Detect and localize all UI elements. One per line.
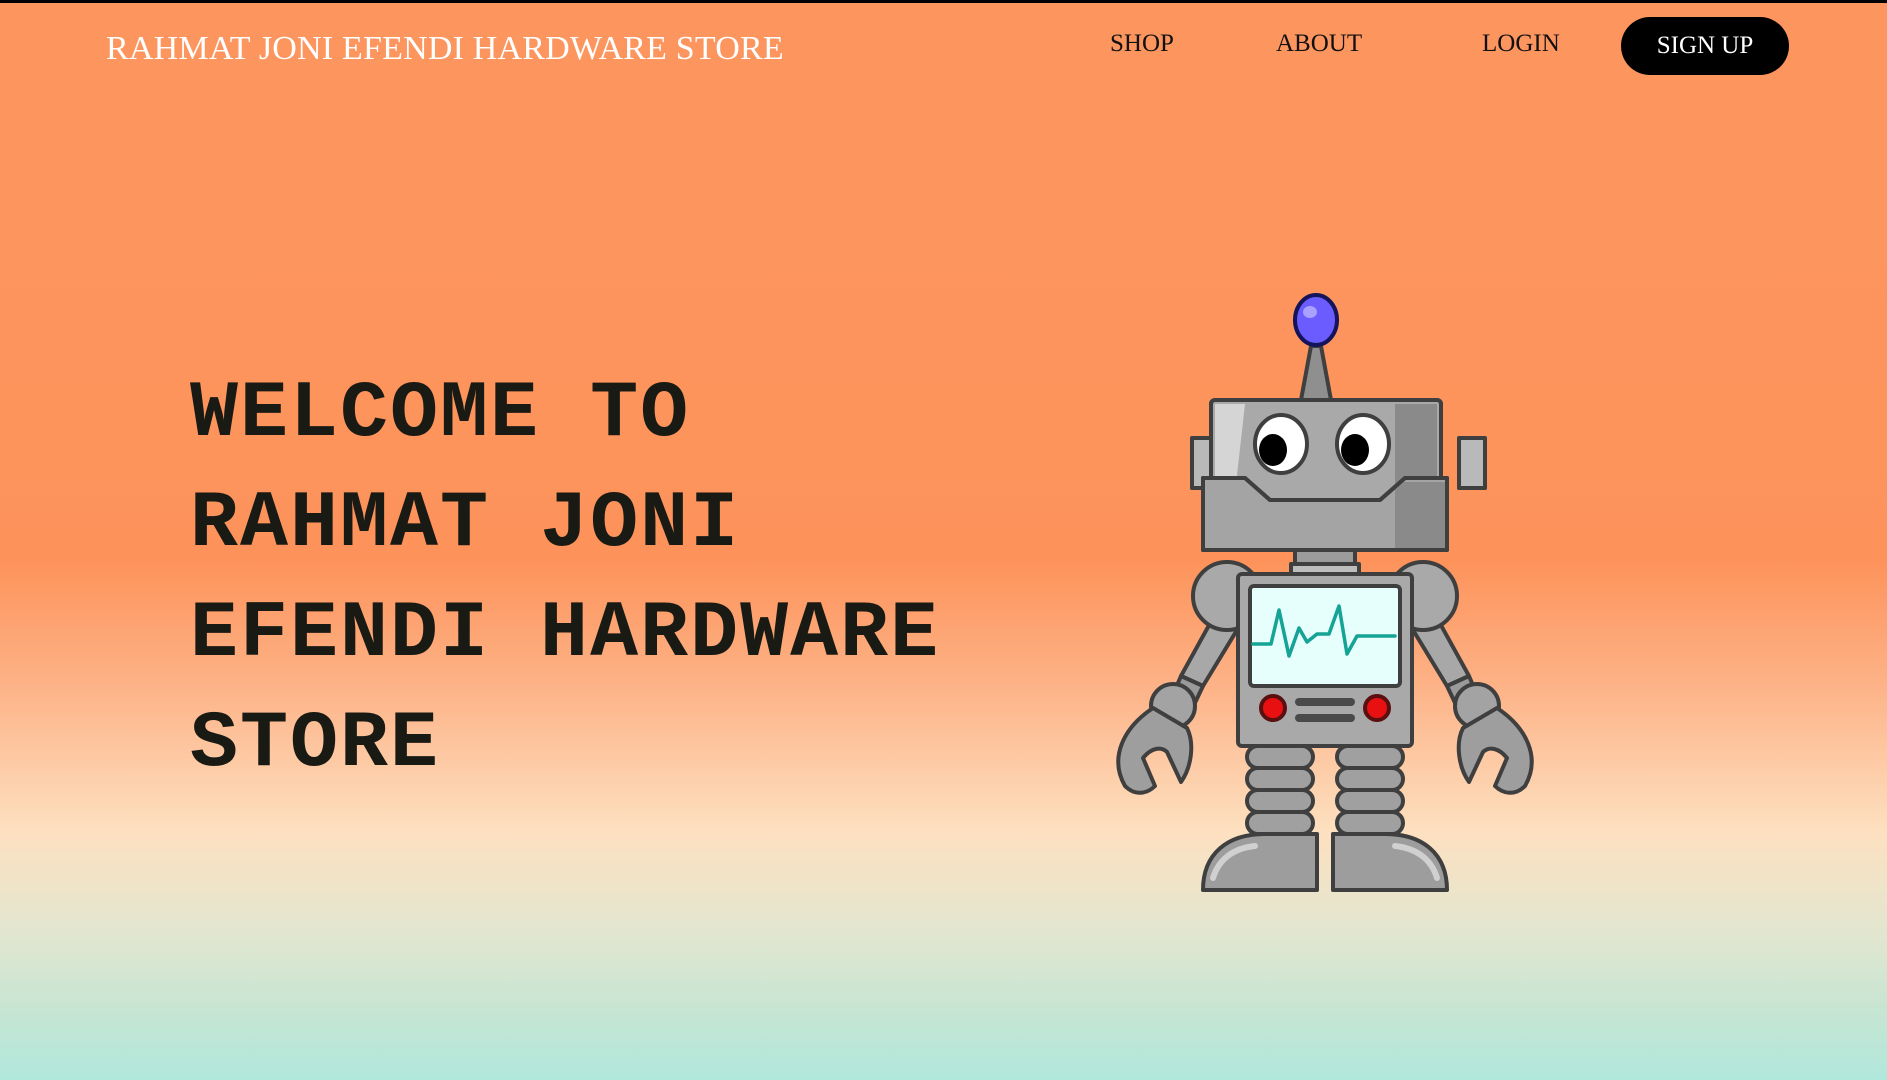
top-border bbox=[0, 0, 1887, 3]
brand-logo-text[interactable]: RAHMAT JONI EFENDI HARDWARE STORE bbox=[106, 30, 784, 68]
hero-title-line: STORE bbox=[190, 699, 441, 790]
nav-about-link[interactable]: ABOUT bbox=[1276, 30, 1362, 58]
signup-button-label: SIGN UP bbox=[1656, 32, 1754, 59]
signup-button[interactable]: SIGN UP bbox=[1621, 17, 1789, 75]
robot-illustration-icon bbox=[1116, 293, 1534, 892]
nav-login-link[interactable]: LOGIN bbox=[1482, 30, 1560, 58]
hero-title-line: EFENDI HARDWARE bbox=[190, 589, 941, 680]
hero-title-line: RAHMAT JONI bbox=[190, 479, 741, 570]
nav-shop-link[interactable]: SHOP bbox=[1110, 30, 1174, 58]
hero-title: WELCOME TO RAHMAT JONI EFENDI HARDWARE S… bbox=[190, 360, 1090, 800]
hero-title-line: WELCOME TO bbox=[190, 369, 691, 460]
